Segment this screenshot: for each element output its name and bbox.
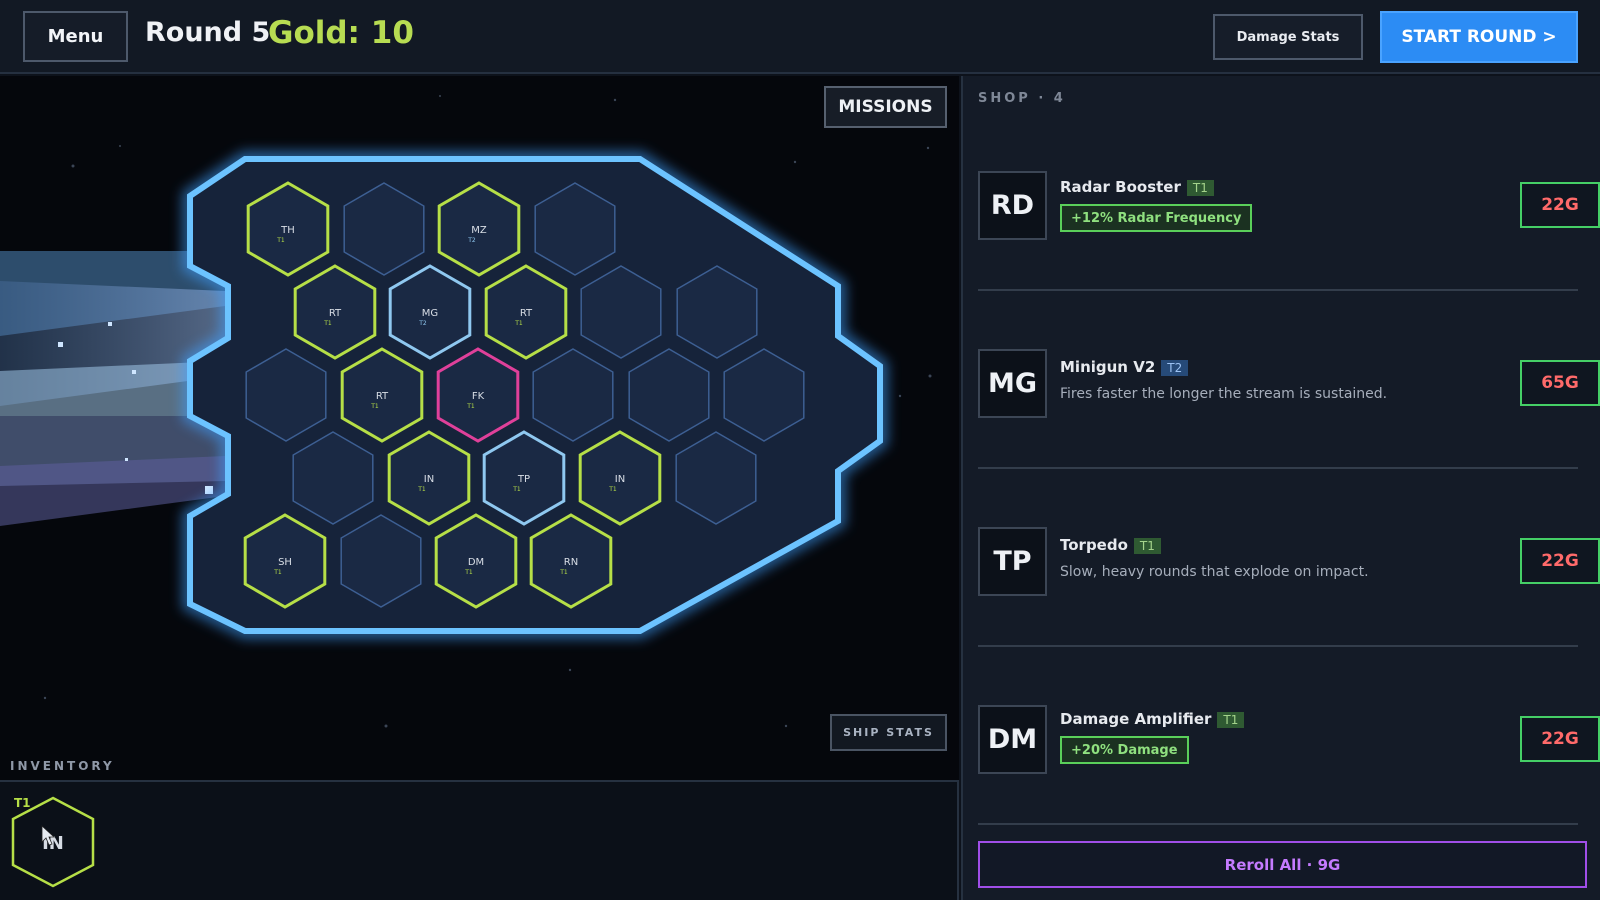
module-code: MZ	[471, 225, 487, 236]
item-name: Damage Amplifier T1	[1060, 710, 1245, 728]
item-description: Slow, heavy rounds that explode on impac…	[1060, 564, 1369, 580]
ship-board: THT1MZT2RTT1MGT2RTT1RTT1FKT1INT1TPT1INT1…	[0, 95, 932, 728]
module-tier: T1	[559, 569, 568, 576]
item-icon: TP	[978, 527, 1047, 596]
module-tier: T1	[608, 486, 617, 493]
inventory-label: INVENTORY	[10, 759, 115, 773]
module-code: RT	[376, 391, 389, 402]
module-code: TP	[517, 474, 530, 485]
module-tier: T1	[273, 569, 282, 576]
module-code: SH	[278, 557, 292, 568]
ship-stats-button[interactable]: SHIP STATS	[830, 714, 947, 751]
module-code: IN	[424, 474, 434, 485]
buy-price-button[interactable]: 22G	[1520, 716, 1600, 762]
module-tier: T1	[512, 486, 521, 493]
item-icon: RD	[978, 171, 1047, 240]
tier-badge: T1	[1217, 712, 1245, 728]
item-description: Fires faster the longer the stream is su…	[1060, 386, 1388, 402]
item-name: Minigun V2 T2	[1060, 358, 1189, 376]
tier-badge: T1	[1133, 538, 1161, 554]
module-tier: T1	[417, 486, 426, 493]
shop-item[interactable]: RD Radar Booster T1 +12% Radar Frequency …	[978, 116, 1600, 291]
ship-board-area: TH T1 MZ T2 RT T1 MG T2 RT T1 RT T1 FK T1 IN T1 TP T1 IN T1…	[0, 76, 959, 780]
item-name: Torpedo T1	[1060, 536, 1161, 554]
module-code: RT	[329, 308, 342, 319]
module-code: RT	[520, 308, 533, 319]
item-icon: MG	[978, 349, 1047, 418]
shop-title: SHOP · 4	[978, 91, 1066, 106]
module-code: IN	[615, 474, 625, 485]
module-tier: T1	[466, 403, 475, 410]
damage-stats-button[interactable]: Damage Stats	[1213, 14, 1363, 60]
missions-button[interactable]: MISSIONS	[824, 86, 947, 128]
shop-item[interactable]: TP Torpedo T1 Slow, heavy rounds that exp…	[978, 472, 1600, 647]
reroll-all-button[interactable]: Reroll All · 9G	[978, 841, 1587, 888]
round-indicator: Round 5	[145, 17, 271, 48]
item-bonus-badge: +20% Damage	[1060, 736, 1189, 764]
module-tier: T2	[467, 237, 476, 244]
buy-price-button[interactable]: 22G	[1520, 182, 1600, 228]
module-code: FK	[472, 391, 485, 402]
buy-price-button[interactable]: 22G	[1520, 538, 1600, 584]
module-code: RN	[564, 557, 578, 568]
top-bar: Menu Round 5 Gold: 10 Damage Stats START…	[0, 0, 1600, 74]
shop-panel: SHOP · 4 RD Radar Booster T1 +12% Radar F…	[961, 76, 1600, 900]
item-name: Radar Booster T1	[1060, 178, 1214, 196]
buy-price-button[interactable]: 65G	[1520, 360, 1600, 406]
item-icon: DM	[978, 705, 1047, 774]
tier-badge: T2	[1161, 360, 1189, 376]
menu-button[interactable]: Menu	[23, 11, 128, 62]
start-round-button[interactable]: START ROUND >	[1380, 11, 1578, 63]
module-tier: T1	[323, 320, 332, 327]
inventory-panel: IN T1	[0, 780, 959, 900]
module-code: MG	[422, 308, 438, 319]
module-tier: T1	[464, 569, 473, 576]
module-tier: T1	[514, 320, 523, 327]
shop-item[interactable]: DM Damage Amplifier T1 +20% Damage 22G	[978, 650, 1600, 825]
item-bonus-badge: +12% Radar Frequency	[1060, 204, 1253, 232]
shop-item[interactable]: MG Minigun V2 T2 Fires faster the longer …	[978, 294, 1600, 469]
gold-counter: Gold: 10	[268, 15, 414, 51]
module-code: TH	[280, 225, 295, 236]
module-tier: T1	[276, 237, 285, 244]
module-tier: T1	[370, 403, 379, 410]
inventory-item-tier: T1	[14, 796, 31, 810]
tier-badge: T1	[1186, 180, 1214, 196]
module-code: DM	[468, 557, 484, 568]
module-tier: T2	[418, 320, 427, 327]
